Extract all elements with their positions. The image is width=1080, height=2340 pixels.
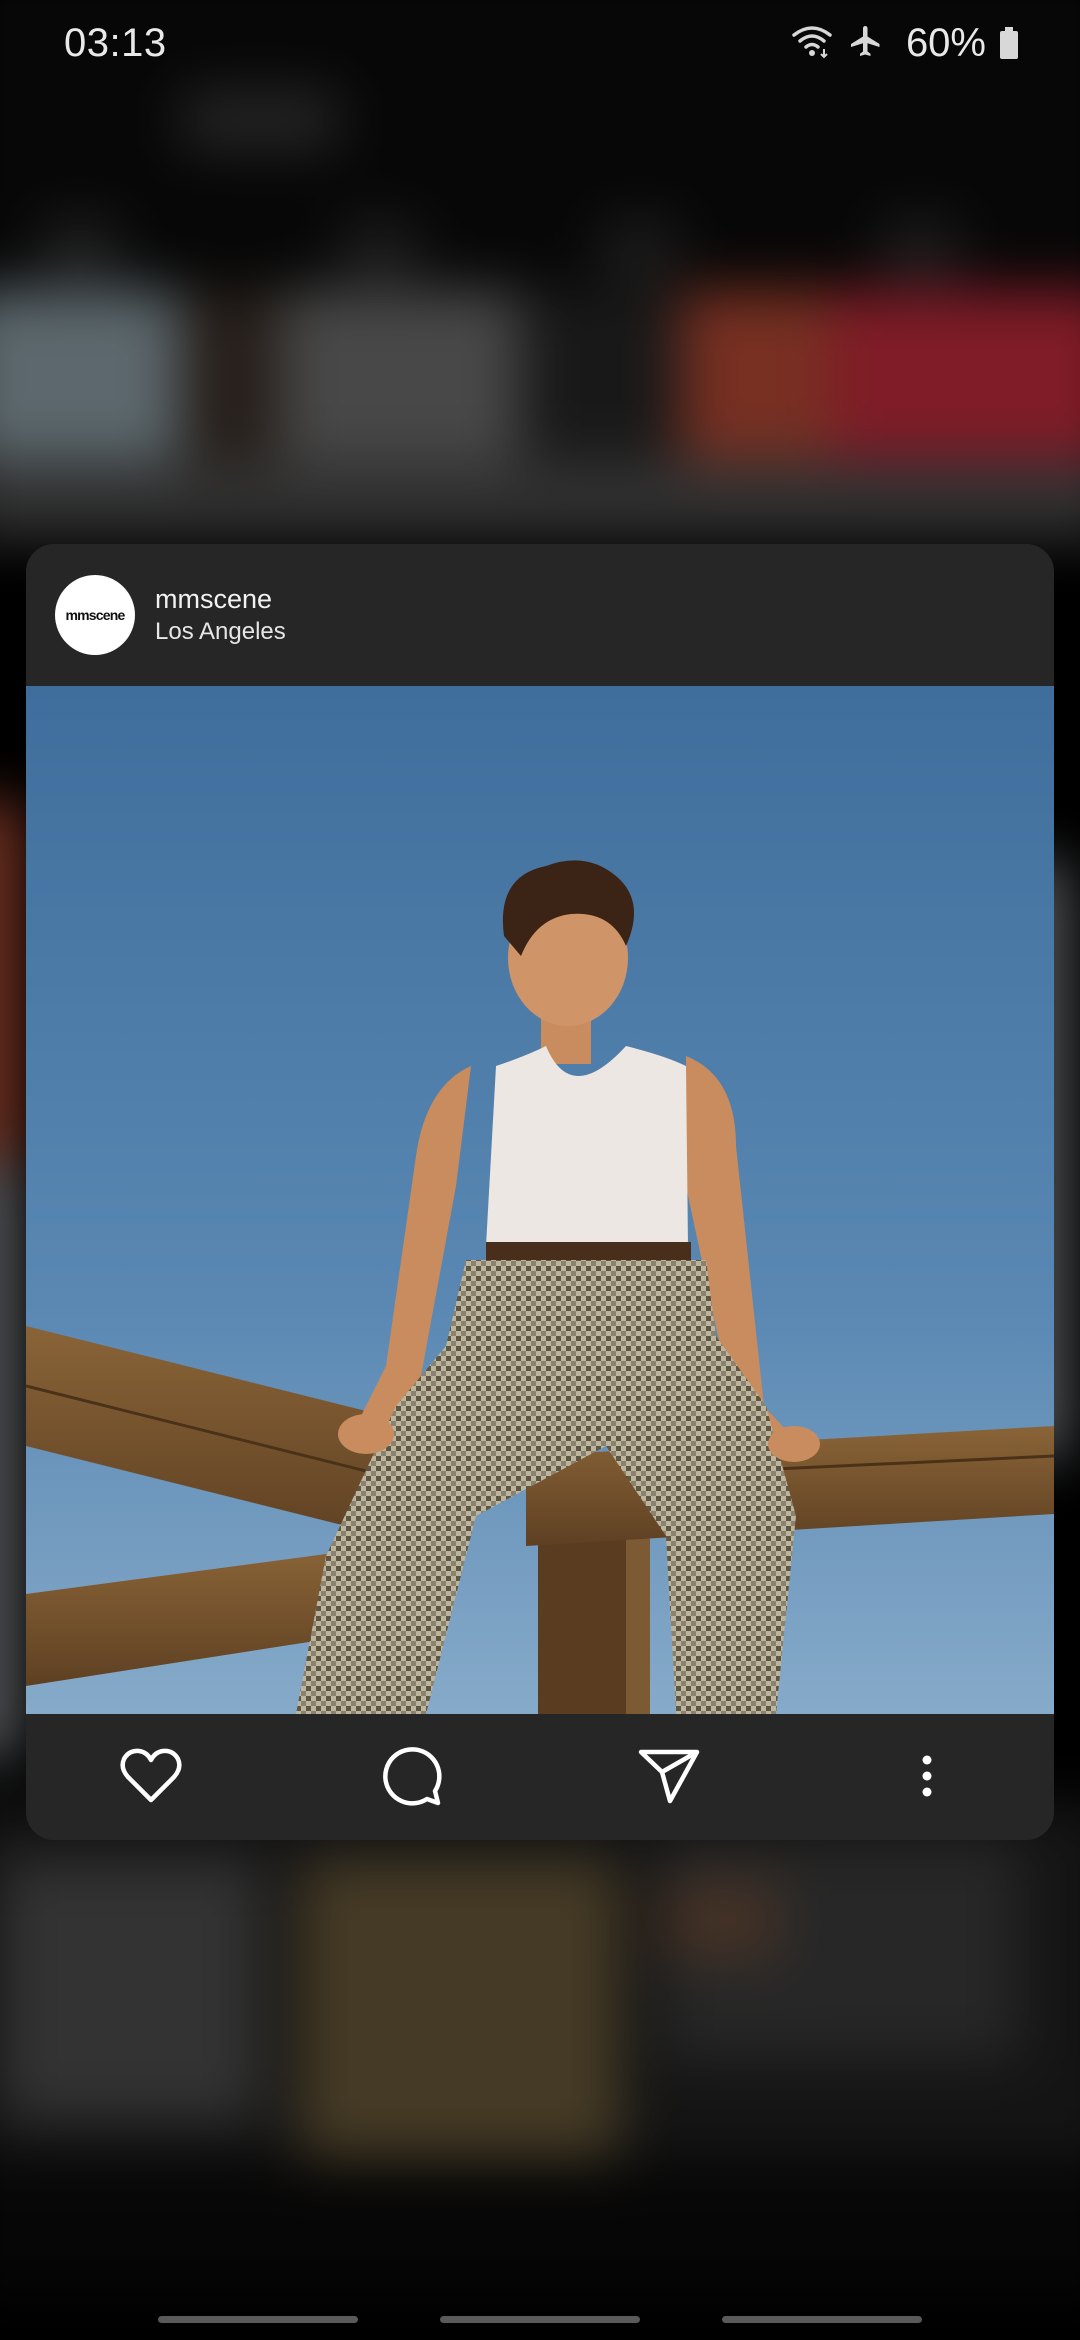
heart-icon [120,1748,182,1809]
nav-home-pill[interactable] [440,2316,640,2323]
battery-icon [1000,27,1018,59]
avatar[interactable]: mmscene [55,575,135,655]
post-preview-card: mmscene mmscene Los Angeles [26,544,1054,1840]
location[interactable]: Los Angeles [155,618,286,646]
comment-icon [380,1745,442,1812]
post-header: mmscene mmscene Los Angeles [26,544,1054,686]
nav-back-pill[interactable] [722,2316,922,2323]
status-bar: 03:13 60% [0,0,1080,86]
avatar-logo-text: mmscene [65,607,126,623]
share-button[interactable] [638,1747,700,1809]
wifi-icon [790,23,834,64]
username[interactable]: mmscene [155,584,272,615]
more-options-button[interactable] [896,1747,958,1809]
status-time: 03:13 [64,20,167,65]
nav-recents-pill[interactable] [158,2316,358,2323]
like-button[interactable] [120,1747,182,1809]
more-vertical-icon [917,1754,937,1803]
airplane-mode-icon [848,23,884,64]
comment-button[interactable] [380,1745,442,1812]
status-icons: 60% [790,21,1018,66]
post-photo [26,686,1054,1714]
post-actions-bar [26,1714,1054,1840]
battery-percent: 60% [905,20,986,65]
send-icon [638,1748,700,1809]
